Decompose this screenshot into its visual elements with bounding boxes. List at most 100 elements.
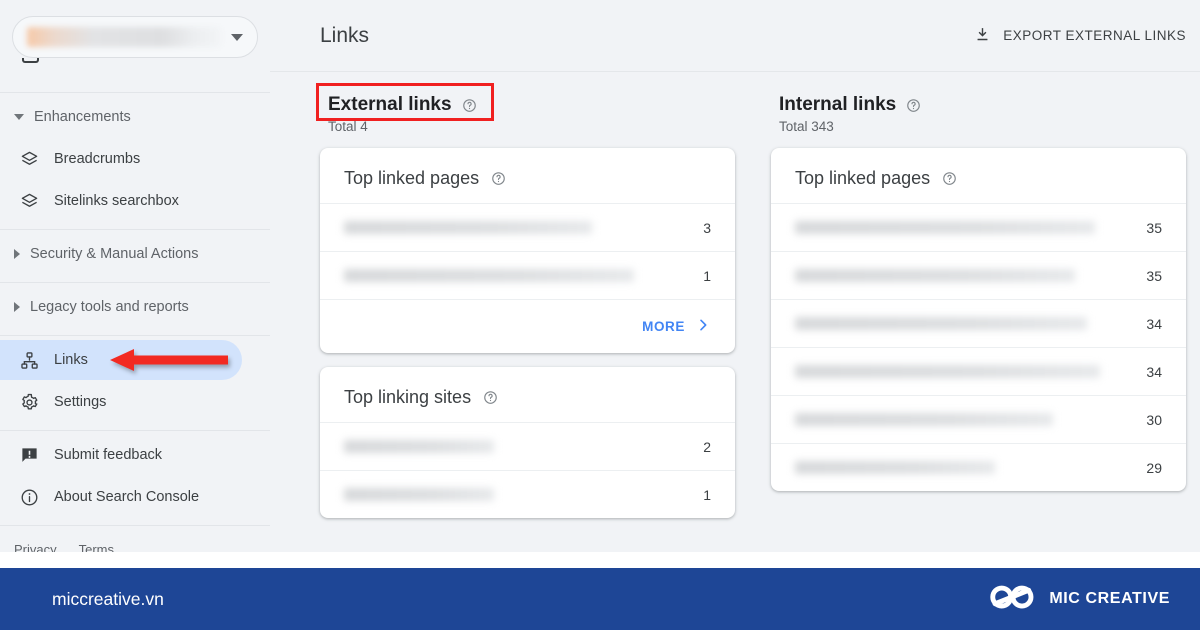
property-selector[interactable] [12,16,258,58]
sidebar-item-submit-feedback[interactable]: Submit feedback [0,435,242,475]
sidebar-group-label: Enhancements [34,109,131,125]
help-icon[interactable] [483,390,498,405]
row-value: 34 [1146,363,1162,380]
chevron-down-icon[interactable] [231,33,243,41]
sidebar-item-breadcrumbs[interactable]: Breadcrumbs [0,139,242,179]
table-row[interactable]: 29 [771,443,1186,491]
chevron-right-icon [14,302,20,312]
partial-icon [22,58,39,63]
links-columns: External links Total 4 Top linked pages … [270,72,1200,518]
table-row[interactable]: 35 [771,203,1186,251]
external-links-title: External links [328,94,452,115]
download-icon [974,26,991,46]
card-top-linked-pages-external: Top linked pages 3 1 MORE [320,148,735,353]
sidebar: Enhancements Breadcrumbs Sitelinks searc… [0,0,270,552]
sidebar-divider [0,282,270,283]
page-title: Links [320,23,370,47]
external-links-column: External links Total 4 Top linked pages … [316,72,735,518]
sidebar-item-label: Submit feedback [54,447,163,463]
row-label-blurred [344,488,494,501]
sidebar-group-label: Security & Manual Actions [30,246,199,262]
help-icon[interactable] [906,98,921,113]
sidebar-item-label: Breadcrumbs [54,151,141,167]
row-label-blurred [795,413,1053,426]
help-icon[interactable] [942,171,957,186]
help-icon[interactable] [462,98,477,113]
sidebar-group-label: Legacy tools and reports [30,299,189,315]
row-label-blurred [795,365,1100,378]
more-button[interactable]: MORE [320,299,735,353]
help-icon[interactable] [491,171,506,186]
sidebar-divider [0,229,270,230]
internal-links-total: Total 343 [779,119,834,134]
banner-website-url: miccreative.vn [52,588,164,609]
sidebar-item-label: Links [54,352,88,368]
internal-links-title: Internal links [779,94,897,115]
row-label-blurred [795,461,995,474]
info-icon [18,486,40,508]
row-value: 30 [1146,411,1162,428]
sitemap-icon [18,349,40,371]
external-links-total: Total 4 [328,119,368,134]
card-top-linking-sites-external: Top linking sites 2 1 [320,367,735,518]
banner-brand: MIC CREATIVE [989,583,1170,616]
card-title: Top linked pages [320,148,735,203]
sidebar-group-legacy-tools[interactable]: Legacy tools and reports [0,287,270,327]
internal-links-header: Internal links Total 343 [771,72,1186,134]
table-row[interactable]: 2 [320,422,735,470]
sidebar-divider [0,92,270,93]
row-value: 2 [703,438,711,455]
table-row[interactable]: 1 [320,470,735,518]
banner-brand-name: MIC CREATIVE [1049,590,1170,607]
gear-icon [18,391,40,413]
privacy-link[interactable]: Privacy [14,542,57,552]
row-label-blurred [795,221,1095,234]
page-header: Links EXPORT EXTERNAL LINKS [270,0,1200,72]
card-title: Top linking sites [320,367,735,422]
screenshot-root: Enhancements Breadcrumbs Sitelinks searc… [0,0,1200,630]
feedback-icon [18,444,40,466]
sidebar-divider [0,335,270,336]
layers-icon [18,148,40,170]
property-name-blurred [27,27,221,47]
scrolled-nav-item-partial [22,58,270,84]
sidebar-item-label: Sitelinks searchbox [54,193,179,209]
sidebar-item-settings[interactable]: Settings [0,382,242,422]
sidebar-footer: Privacy Terms [0,530,270,552]
main-content: Links EXPORT EXTERNAL LINKS External lin… [270,0,1200,552]
row-value: 35 [1146,267,1162,284]
table-row[interactable]: 30 [771,395,1186,443]
row-value: 29 [1146,459,1162,476]
table-row[interactable]: 34 [771,299,1186,347]
row-value: 1 [703,267,711,284]
row-value: 1 [703,486,711,503]
table-row[interactable]: 1 [320,251,735,299]
card-title-label: Top linking sites [344,387,472,407]
page-gap [0,552,1200,568]
chevron-down-icon [14,114,24,120]
table-row[interactable]: 35 [771,251,1186,299]
table-row[interactable]: 3 [320,203,735,251]
terms-link[interactable]: Terms [79,542,114,552]
sidebar-item-links[interactable]: Links [0,340,242,380]
export-external-links-button[interactable]: EXPORT EXTERNAL LINKS [974,26,1186,46]
row-value: 34 [1146,315,1162,332]
table-row[interactable]: 34 [771,347,1186,395]
sidebar-item-about-search-console[interactable]: About Search Console [0,477,242,517]
card-title: Top linked pages [771,148,1186,203]
card-title-label: Top linked pages [795,168,931,188]
sidebar-divider [0,430,270,431]
sidebar-item-sitelinks-searchbox[interactable]: Sitelinks searchbox [0,181,242,221]
sidebar-group-security-manual-actions[interactable]: Security & Manual Actions [0,234,270,274]
export-button-label: EXPORT EXTERNAL LINKS [1003,28,1186,43]
chevron-right-icon [14,249,20,259]
internal-links-column: Internal links Total 343 Top linked page… [771,72,1186,518]
sidebar-item-label: Settings [54,394,107,410]
row-value: 35 [1146,219,1162,236]
card-title-label: Top linked pages [344,168,480,188]
external-links-header: External links Total 4 [316,72,735,134]
annotation-arrow-left [110,349,228,371]
sidebar-divider [0,525,270,526]
sidebar-group-enhancements[interactable]: Enhancements [0,97,270,137]
card-top-linked-pages-internal: Top linked pages 35 35 34 34 30 29 [771,148,1186,491]
